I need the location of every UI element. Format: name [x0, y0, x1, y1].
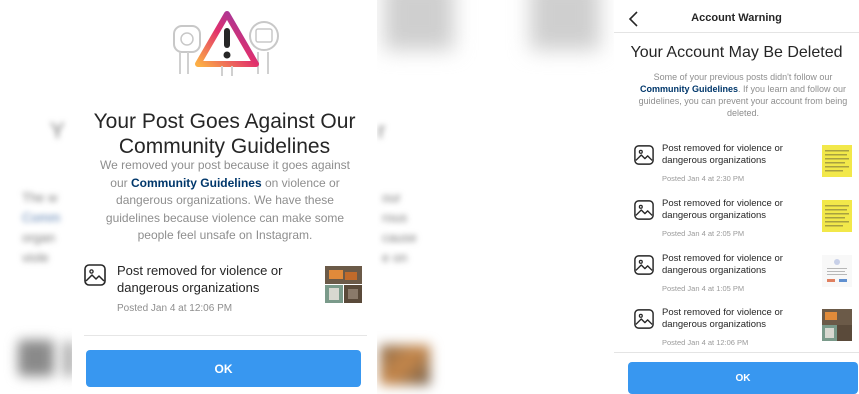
- community-guidelines-link[interactable]: Community Guidelines: [640, 84, 738, 94]
- chat-bubble-icon: [173, 25, 201, 74]
- dialog-description: We removed your post because it goes aga…: [90, 157, 360, 245]
- background-shape: [530, 0, 600, 50]
- posted-timestamp: Posted Jan 4 at 2:05 PM: [662, 229, 745, 238]
- background-shape: [384, 0, 454, 50]
- account-warning-screen: Account Warning Your Account May Be Dele…: [614, 0, 859, 394]
- ok-button[interactable]: OK: [628, 362, 858, 394]
- post-thumbnail: [822, 145, 852, 177]
- removal-reason: Post removed for violence or dangerous o…: [662, 198, 783, 221]
- blurred-text: Y: [50, 118, 65, 143]
- community-guidelines-link[interactable]: Community Guidelines: [131, 176, 262, 190]
- posted-timestamp: Posted Jan 4 at 12:06 PM: [662, 338, 749, 347]
- blurred-text: r: [378, 118, 386, 143]
- blurred-icon: [18, 340, 54, 376]
- post-thumbnail: [822, 200, 852, 232]
- removal-reason: Post removed for violence or dangerous o…: [662, 143, 783, 166]
- post-removed-dialog: Your Post Goes Against Our Community Gui…: [72, 0, 377, 394]
- removal-reason: Post removed for violence or dangerous o…: [662, 253, 783, 276]
- divider: [614, 352, 859, 353]
- removed-post-item[interactable]: Post removed for violence or dangerous o…: [634, 307, 859, 355]
- blurred-text: our rous cause e on: [382, 190, 417, 265]
- warning-illustration: [173, 11, 279, 76]
- dialog-title: Your Post Goes Against Our Community Gui…: [93, 110, 356, 158]
- removal-reason: Post removed for violence or dangerous o…: [662, 307, 783, 330]
- posted-timestamp: Posted Jan 4 at 1:05 PM: [662, 284, 745, 293]
- ok-button[interactable]: OK: [86, 350, 361, 387]
- image-icon: [634, 309, 654, 329]
- image-icon: [634, 255, 654, 275]
- image-icon: [634, 200, 654, 220]
- posted-timestamp: Posted Jan 4 at 12:06 PM: [117, 303, 233, 314]
- warning-triangle-icon: [195, 11, 259, 76]
- removal-reason: Post removed for violence or dangerous o…: [117, 263, 283, 295]
- header-title: Account Warning: [691, 12, 782, 24]
- removed-post-item[interactable]: Post removed for violence or dangerous o…: [634, 143, 859, 191]
- description-text: Some of your previous posts didn't follo…: [653, 72, 833, 82]
- removed-post-item[interactable]: Post removed for violence or dangerous o…: [84, 262, 367, 318]
- image-icon: [84, 264, 106, 286]
- blurred-thumbnail: [380, 345, 430, 385]
- screen-description: Some of your previous posts didn't follo…: [628, 71, 858, 119]
- image-icon: [634, 145, 654, 165]
- post-thumbnail: [822, 309, 852, 341]
- divider: [614, 32, 859, 33]
- divider: [84, 335, 367, 336]
- removed-post-item[interactable]: Post removed for violence or dangerous o…: [634, 253, 859, 301]
- screen-title: Your Account May Be Deleted: [630, 44, 843, 61]
- posted-timestamp: Posted Jan 4 at 2:30 PM: [662, 174, 745, 183]
- post-thumbnail: [822, 255, 852, 287]
- blurred-text: The w Comm organ viole: [22, 190, 61, 265]
- post-thumbnail: [325, 266, 362, 303]
- removed-post-item[interactable]: Post removed for violence or dangerous o…: [634, 198, 859, 246]
